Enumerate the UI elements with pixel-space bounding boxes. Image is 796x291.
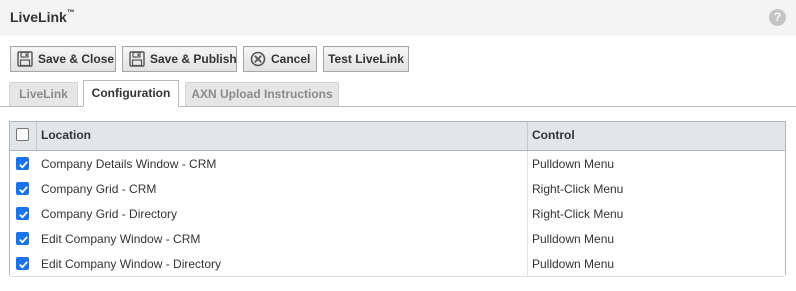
table-row[interactable]: Company Grid - CRM Right-Click Menu <box>10 176 785 202</box>
save-publish-label: Save & Publish <box>150 52 237 66</box>
save-close-label: Save & Close <box>38 52 115 66</box>
control-cell: Pulldown Menu <box>528 226 785 251</box>
column-header-location-label: Location <box>41 128 91 142</box>
control-cell: Right-Click Menu <box>528 201 785 226</box>
row-checkbox[interactable] <box>16 207 29 220</box>
row-check-cell <box>10 201 37 226</box>
window-title: LiveLink™ <box>10 8 75 25</box>
table-row[interactable]: Edit Company Window - Directory Pulldown… <box>10 251 785 277</box>
location-text: Edit Company Window - CRM <box>41 232 201 246</box>
control-cell: Pulldown Menu <box>528 151 785 176</box>
location-text: Company Grid - Directory <box>41 207 178 221</box>
location-cell: Company Grid - CRM <box>37 176 528 201</box>
table-row[interactable]: Edit Company Window - CRM Pulldown Menu <box>10 226 785 252</box>
window-title-text: LiveLink <box>10 9 67 25</box>
save-publish-button[interactable]: Save & Publish <box>122 46 237 72</box>
row-check-cell <box>10 251 37 276</box>
control-text: Pulldown Menu <box>532 232 615 246</box>
row-check-cell <box>10 176 37 201</box>
location-text: Edit Company Window - Directory <box>41 257 222 271</box>
grid-header: Location Control <box>10 122 785 151</box>
table-row[interactable]: Company Grid - Directory Right-Click Men… <box>10 201 785 227</box>
location-text: Company Grid - CRM <box>41 182 157 196</box>
column-header-location[interactable]: Location <box>37 122 528 150</box>
cancel-circle-icon <box>250 50 266 68</box>
control-text: Right-Click Menu <box>532 182 624 196</box>
control-text: Pulldown Menu <box>532 257 615 271</box>
row-check-cell <box>10 151 37 176</box>
control-text: Right-Click Menu <box>532 207 624 221</box>
location-grid: Location Control Company Details Window … <box>9 121 786 277</box>
location-cell: Edit Company Window - Directory <box>37 251 528 276</box>
select-all-checkbox[interactable] <box>16 128 29 141</box>
control-cell: Right-Click Menu <box>528 176 785 201</box>
tab-axn-upload-instructions[interactable]: AXN Upload Instructions <box>185 82 339 106</box>
test-livelink-label: Test LiveLink <box>328 52 404 66</box>
floppy-disk-icon <box>17 50 33 68</box>
location-cell: Company Details Window - CRM <box>37 151 528 176</box>
trademark-symbol: ™ <box>66 8 75 17</box>
test-livelink-button[interactable]: Test LiveLink <box>323 46 409 72</box>
tab-livelink[interactable]: LiveLink <box>9 82 78 106</box>
location-text: Company Details Window - CRM <box>41 157 217 171</box>
title-bar: LiveLink™ ? <box>0 0 796 36</box>
cancel-button[interactable]: Cancel <box>243 46 317 72</box>
tab-bar: LiveLink Configuration AXN Upload Instru… <box>0 80 796 107</box>
toolbar: Save & Close Save & Publish Cancel Test … <box>10 46 409 72</box>
location-cell: Company Grid - Directory <box>37 201 528 226</box>
help-icon[interactable]: ? <box>769 9 786 26</box>
row-checkbox[interactable] <box>16 182 29 195</box>
column-header-control[interactable]: Control <box>528 122 785 150</box>
row-checkbox[interactable] <box>16 157 29 170</box>
floppy-disk-icon <box>129 50 145 68</box>
row-check-cell <box>10 226 37 251</box>
location-cell: Edit Company Window - CRM <box>37 226 528 251</box>
row-checkbox[interactable] <box>16 257 29 270</box>
control-cell: Pulldown Menu <box>528 251 785 276</box>
cancel-label: Cancel <box>271 52 311 66</box>
control-text: Pulldown Menu <box>532 157 615 171</box>
column-header-control-label: Control <box>532 128 575 142</box>
save-close-button[interactable]: Save & Close <box>10 46 116 72</box>
select-all-cell <box>10 122 37 150</box>
table-row[interactable]: Company Details Window - CRM Pulldown Me… <box>10 151 785 177</box>
row-checkbox[interactable] <box>16 232 29 245</box>
tab-configuration[interactable]: Configuration <box>83 80 179 107</box>
